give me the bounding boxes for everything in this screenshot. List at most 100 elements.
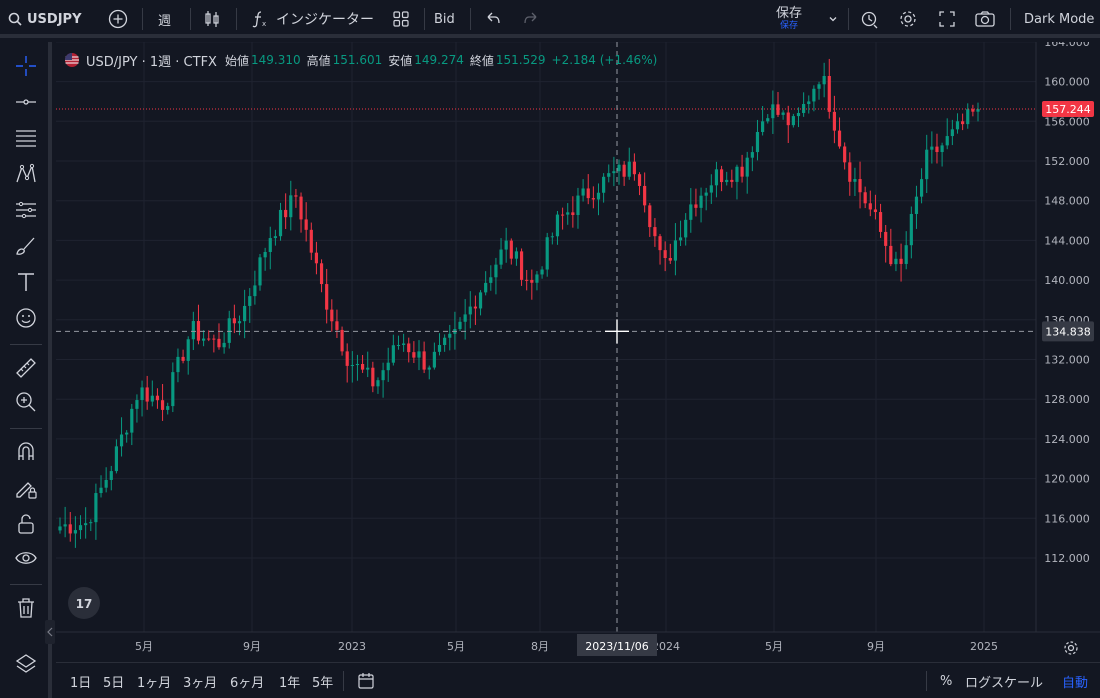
candle-body [699,195,703,208]
candle-body [119,434,124,447]
object-tree-button[interactable] [10,648,42,680]
price-type-button[interactable]: Bid [434,0,455,38]
chevron-down-icon [829,17,837,22]
redo-button[interactable] [522,0,540,38]
candle-body [304,219,308,230]
log-scale-toggle[interactable]: ログスケール [965,663,1043,698]
divider [848,8,849,30]
save-status: 保存 [780,20,799,31]
candle-body [166,406,170,410]
price-tick-label: 160.000 [1044,76,1090,89]
candle-body [268,238,272,252]
magnet-tool[interactable] [10,436,42,468]
forecast-lines-icon [16,201,36,219]
candle-body [196,321,201,341]
range-1m[interactable]: 1ヶ月 [137,663,171,698]
candle-body [755,131,760,153]
usd-flag-icon [65,53,79,67]
candle-body [458,321,462,330]
goto-date-button[interactable] [356,663,376,698]
range-1y[interactable]: 1年 [279,663,300,698]
range-5y[interactable]: 5年 [312,663,333,698]
candle-body [386,362,390,371]
delete-drawings-tool[interactable] [10,592,42,624]
candle-body [622,164,626,177]
candle-body [140,387,144,401]
symbol-search[interactable]: USDJPY [8,0,82,38]
candle-body [576,195,580,216]
candle-body [68,524,72,534]
candle-body [689,204,693,220]
range-3m[interactable]: 3ヶ月 [183,663,217,698]
emoji-tool[interactable] [10,302,42,334]
candle-body [432,351,436,368]
candle-body [263,251,267,258]
alert-button[interactable] [860,0,880,38]
candle-body [412,352,416,358]
chart-settings-button[interactable] [1060,637,1082,659]
interval-button[interactable]: 週 [158,0,171,38]
auto-scale-toggle[interactable]: 自動 [1062,663,1088,698]
divider [10,428,42,429]
settings-button[interactable] [898,0,918,38]
candle-body [104,479,108,488]
range-5d[interactable]: 5日 [103,663,124,698]
candle-body [278,209,283,237]
price-tick-label: 124.000 [1044,433,1090,446]
candle-body [109,471,113,480]
tradingview-logo-mark: 17 [76,597,93,611]
candle-body [714,169,719,186]
legend: USD/JPY · 1週 · CTFX 始値 149.310 高値 151.601 … [64,51,658,70]
theme-toggle[interactable]: Dark Mode [1024,0,1094,38]
save-menu-button[interactable] [827,0,839,38]
screenshot-button[interactable] [974,0,996,38]
zoom-tool[interactable] [10,386,42,418]
candle-body [786,112,790,126]
price-tick-label: 132.000 [1044,354,1090,367]
price-chart[interactable]: 164.000 160.000 156.000 152.000 148.000 144.0… [56,36,1100,660]
gear-icon [900,11,916,27]
forecast-tool[interactable] [10,194,42,226]
candle-body [694,204,698,208]
chart-type-button[interactable] [202,0,222,38]
time-tick-label: 9月 [243,640,261,653]
crosshair-tool[interactable] [10,50,42,82]
candle-body [227,318,231,343]
candle-body [673,240,678,261]
candle-body [489,277,493,283]
range-6m[interactable]: 6ヶ月 [230,663,264,698]
divider [1010,8,1011,30]
candle-body [402,343,406,345]
text-tool[interactable] [10,266,42,298]
pattern-tool[interactable] [10,158,42,190]
horizontal-line-tool[interactable] [10,86,42,118]
brush-tool[interactable] [10,230,42,262]
percent-toggle[interactable]: % [940,663,952,698]
candle-body [586,188,590,199]
measure-tool[interactable] [10,352,42,384]
candle-body [837,130,842,147]
candle-body [776,104,780,115]
fib-tool[interactable] [10,122,42,154]
fib-lines-icon [16,130,36,147]
undo-button[interactable] [484,0,502,38]
chart-pane[interactable]: 164.000 160.000 156.000 152.000 148.000 144.0… [56,36,1100,660]
lock-drawing-tool[interactable] [10,472,42,504]
magnet-icon [18,442,34,460]
indicators-button[interactable]: x インジケーター [250,0,374,38]
collapse-toolbar-button[interactable] [45,620,55,644]
hide-drawings-tool[interactable] [10,542,42,574]
change-value: +2.184 (+1.46%) [551,53,658,67]
fullscreen-button[interactable] [938,0,956,38]
symbol-label: USDJPY [27,11,82,27]
candle-body [668,257,672,261]
compare-button[interactable] [108,0,128,38]
layouts-button[interactable] [392,0,410,38]
price-tick-label: 156.000 [1044,115,1090,128]
candle-body [463,314,467,322]
lock-all-tool[interactable] [10,508,42,540]
save-button[interactable]: 保存 保存 [776,0,802,38]
low-value: 149.274 [414,53,464,67]
range-1d[interactable]: 1日 [70,663,91,698]
candle-body [940,145,944,153]
